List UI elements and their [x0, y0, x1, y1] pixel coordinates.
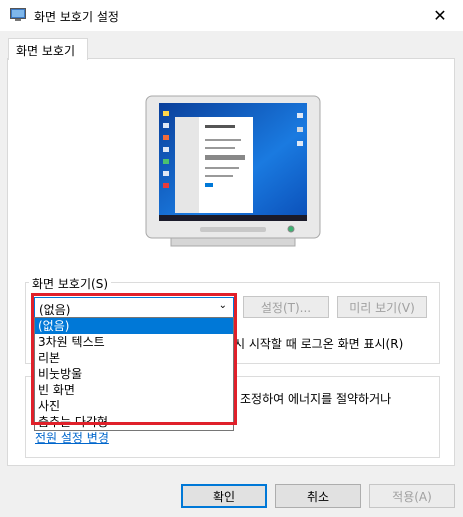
screensaver-dropdown-list: (없음) 3차원 텍스트 리본 비눗방울 빈 화면 사진 춤추는 다각형	[34, 317, 234, 431]
screensaver-select-value: (없음)	[39, 303, 71, 317]
chevron-down-icon: ⌄	[218, 300, 227, 311]
power-description: 조정하여 에너지를 절약하거나	[240, 392, 392, 406]
dropdown-option-3d-text[interactable]: 3차원 텍스트	[35, 334, 233, 350]
close-button[interactable]: ✕	[417, 0, 463, 31]
window-title: 화면 보호기 설정	[34, 10, 119, 24]
settings-button[interactable]: 설정(T)...	[243, 296, 329, 318]
cancel-button[interactable]: 취소	[275, 484, 361, 508]
dropdown-option-none[interactable]: (없음)	[35, 318, 233, 334]
preview-button[interactable]: 미리 보기(V)	[337, 296, 427, 318]
monitor-preview-illustration	[145, 95, 321, 247]
dropdown-option-blank[interactable]: 빈 화면	[35, 382, 233, 398]
resume-logon-checkbox-label[interactable]: 시 시작할 때 로그온 화면 표시(R)	[234, 335, 403, 352]
tab-label: 화면 보호기	[16, 44, 76, 58]
power-settings-link[interactable]: 전원 설정 변경	[35, 429, 109, 446]
close-icon: ✕	[433, 6, 447, 25]
apply-button[interactable]: 적용(A)	[369, 484, 455, 508]
ok-button[interactable]: 확인	[181, 484, 267, 508]
screensaver-select[interactable]: (없음) ⌄	[34, 297, 234, 318]
dropdown-option-photos[interactable]: 사진	[35, 398, 233, 414]
screensaver-app-icon	[10, 8, 26, 21]
title-bar: 화면 보호기 설정 ✕	[0, 0, 463, 31]
dropdown-option-mystify[interactable]: 춤추는 다각형	[35, 414, 233, 430]
tab-screensaver[interactable]: 화면 보호기	[8, 38, 88, 60]
dropdown-option-ribbons[interactable]: 리본	[35, 350, 233, 366]
dropdown-option-bubbles[interactable]: 비눗방울	[35, 366, 233, 382]
screensaver-group-label: 화면 보호기(S)	[29, 275, 111, 292]
